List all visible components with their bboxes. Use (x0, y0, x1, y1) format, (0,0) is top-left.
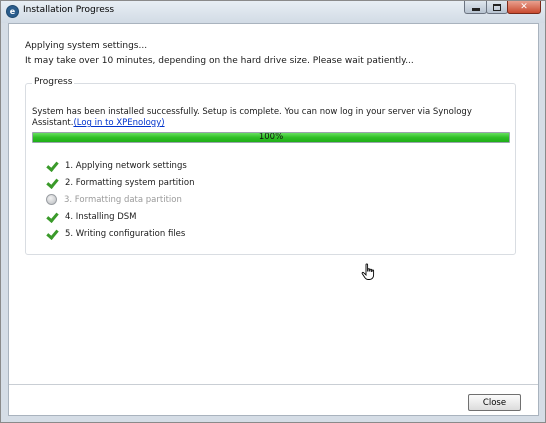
installation-steps-list: 1. Applying network settings 2. Formattin… (46, 157, 194, 242)
progress-bar: 100% (32, 132, 510, 143)
pending-circle-icon (46, 194, 57, 205)
install-status-message: System has been installed successfully. … (32, 107, 512, 129)
step-label: 1. Applying network settings (65, 160, 187, 171)
minimize-button[interactable] (464, 1, 487, 14)
maximize-button[interactable] (486, 1, 508, 14)
maximize-icon (493, 3, 501, 11)
check-icon (46, 228, 58, 240)
check-icon (46, 177, 58, 189)
step-label: 5. Writing configuration files (65, 228, 186, 239)
step-item: 1. Applying network settings (46, 157, 194, 174)
close-icon: ✕ (520, 2, 528, 12)
close-window-button[interactable]: ✕ (507, 1, 541, 14)
minimize-icon (471, 7, 480, 11)
check-icon (46, 160, 58, 172)
step-label: 2. Formatting system partition (65, 177, 195, 188)
dialog-content: Applying system settings... It may take … (8, 23, 539, 416)
step-item: 2. Formatting system partition (46, 174, 194, 191)
check-icon (46, 211, 58, 223)
hand-cursor-icon (361, 263, 375, 280)
window-title: Installation Progress (23, 5, 115, 15)
progress-group-label: Progress (32, 77, 75, 87)
progress-percent: 100% (258, 132, 284, 142)
step-item: 4. Installing DSM (46, 208, 194, 225)
footer-divider (9, 384, 538, 385)
close-button[interactable]: Close (468, 394, 521, 411)
step-item: 5. Writing configuration files (46, 225, 194, 242)
installation-progress-window: e Installation Progress ✕ Applying syste… (0, 0, 546, 423)
wait-notice: It may take over 10 minutes, depending o… (25, 56, 414, 66)
step-item: 3. Formatting data partition (46, 191, 194, 208)
step-label: 3. Formatting data partition (64, 194, 182, 205)
app-icon: e (6, 5, 19, 18)
login-link[interactable]: (Log in to XPEnology) (73, 118, 164, 128)
status-heading: Applying system settings... (25, 41, 148, 51)
title-bar[interactable]: e Installation Progress ✕ (1, 1, 545, 23)
progress-group: Progress System has been installed succe… (25, 77, 516, 255)
step-label: 4. Installing DSM (65, 211, 137, 222)
